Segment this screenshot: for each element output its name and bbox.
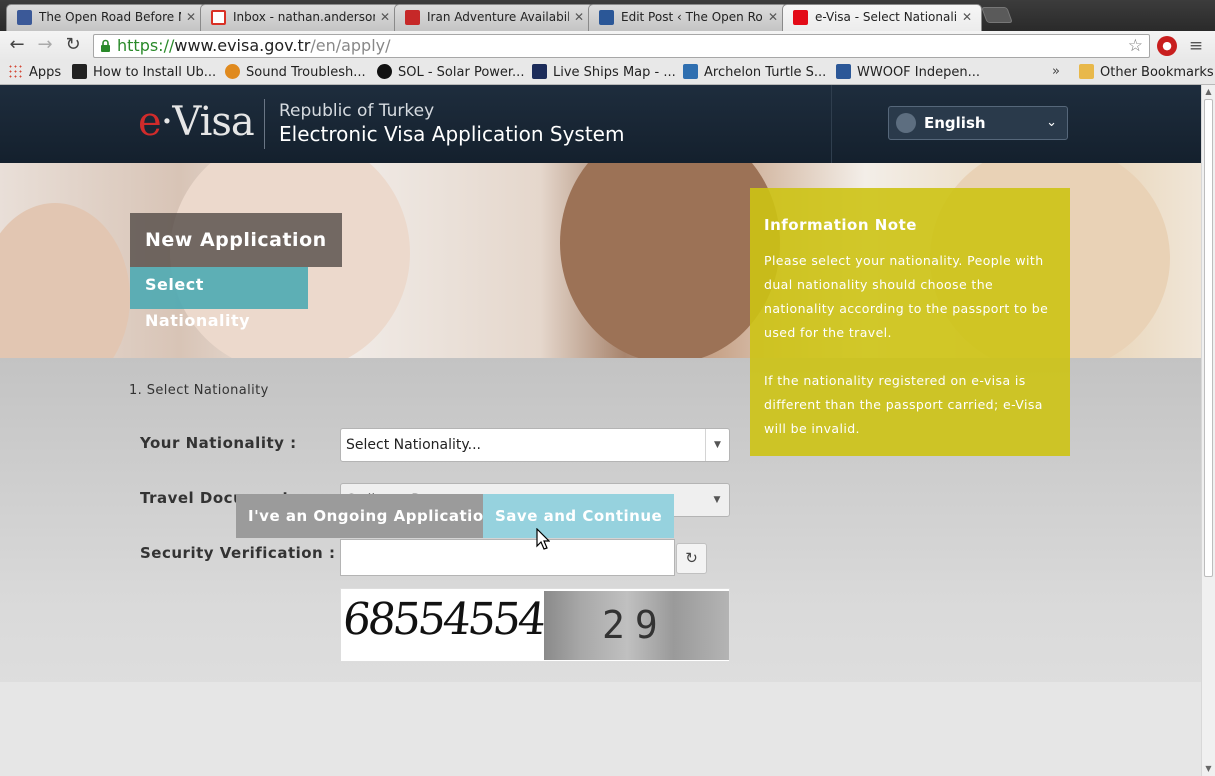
bookmark-apps[interactable]: Apps xyxy=(8,61,61,85)
bookmark-item[interactable]: SOL - Solar Power... xyxy=(377,61,524,85)
grid-icon xyxy=(836,64,851,79)
apps-grid-icon xyxy=(8,64,23,79)
information-note: Information Note Please select your nati… xyxy=(750,188,1070,456)
ubuntu-icon xyxy=(225,64,240,79)
scrollbar-thumb[interactable] xyxy=(1204,99,1213,577)
htg-icon xyxy=(72,64,87,79)
browser-tab[interactable]: The Open Road Before M ✕ xyxy=(6,4,206,31)
browser-tab-strip: The Open Road Before M ✕ Inbox - nathan.… xyxy=(0,0,1215,31)
captcha-image: 68554554 29 xyxy=(340,588,730,662)
forward-arrow-icon[interactable]: → xyxy=(33,31,57,61)
bookmark-item[interactable]: Live Ships Map - ... xyxy=(532,61,676,85)
back-arrow-icon[interactable]: ← xyxy=(5,31,29,61)
info-note-paragraph: If the nationality registered on e-visa … xyxy=(764,373,1043,436)
facebook-favicon-icon xyxy=(17,10,32,25)
tab-title: Iran Adventure Availabilit xyxy=(427,10,569,24)
sol-icon xyxy=(377,64,392,79)
turkey-flag-favicon-icon xyxy=(793,10,808,25)
adventure-favicon-icon xyxy=(405,10,420,25)
bookmark-item[interactable]: WWOOF Indepen... xyxy=(836,61,980,85)
save-and-continue-button[interactable]: Save and Continue xyxy=(483,494,675,538)
browser-tab[interactable]: Inbox - nathan.anderson8 ✕ xyxy=(200,4,400,31)
ship-icon xyxy=(532,64,547,79)
folder-icon xyxy=(1079,64,1094,79)
captcha-photo-digits: 29 xyxy=(602,603,668,647)
nationality-select[interactable]: Select Nationality... ▼ xyxy=(340,428,730,462)
tab-close-icon[interactable]: ✕ xyxy=(186,5,196,30)
gmail-favicon-icon xyxy=(211,10,226,25)
new-tab-button[interactable] xyxy=(981,7,1013,23)
lock-icon xyxy=(101,39,110,52)
url-text: https://www.evisa.gov.tr/en/apply/ xyxy=(117,36,391,55)
reload-icon[interactable]: ↻ xyxy=(61,31,85,61)
tab-close-icon[interactable]: ✕ xyxy=(380,5,390,30)
nationality-value: Select Nationality... xyxy=(346,437,481,453)
bookmarks-overflow-chevron[interactable]: » xyxy=(1052,61,1060,83)
language-value: English xyxy=(924,114,986,132)
tab-close-icon[interactable]: ✕ xyxy=(962,5,972,30)
bookmark-item[interactable]: Archelon Turtle S... xyxy=(683,61,826,85)
tab-title: The Open Road Before M xyxy=(39,10,181,24)
evisa-logo[interactable]: e·Visa xyxy=(138,99,255,145)
hero-face-image xyxy=(0,203,130,358)
tab-title: Inbox - nathan.anderson8 xyxy=(233,10,375,24)
banner-title: New Application xyxy=(130,213,342,267)
scroll-up-arrow-icon[interactable]: ▲ xyxy=(1202,86,1215,98)
ongoing-application-button[interactable]: I've an Ongoing Application xyxy=(236,494,507,538)
tab-close-icon[interactable]: ✕ xyxy=(574,5,584,30)
address-bar[interactable]: https://www.evisa.gov.tr/en/apply/ ☆ xyxy=(93,34,1150,58)
browser-toolbar: ← → ↻ https://www.evisa.gov.tr/en/apply/… xyxy=(0,31,1215,61)
browser-tab-active[interactable]: e-Visa - Select Nationality ✕ xyxy=(782,4,982,31)
header-separator xyxy=(264,99,265,149)
bookmark-star-icon[interactable]: ☆ xyxy=(1128,35,1143,57)
menu-hamburger-icon[interactable]: ≡ xyxy=(1188,36,1204,56)
extension-stop-icon[interactable]: ● xyxy=(1157,36,1177,56)
header-title: Electronic Visa Application System xyxy=(279,122,625,146)
page-viewport: e·Visa Republic of Turkey Electronic Vis… xyxy=(0,85,1201,776)
browser-tab[interactable]: Edit Post ‹ The Open Roa ✕ xyxy=(588,4,788,31)
captcha-refresh-icon[interactable]: ↻ xyxy=(676,543,707,574)
step-indicator: 1. Select Nationality xyxy=(129,383,269,398)
browser-tab[interactable]: Iran Adventure Availabilit ✕ xyxy=(394,4,594,31)
tab-close-icon[interactable]: ✕ xyxy=(768,5,778,30)
turtle-icon xyxy=(683,64,698,79)
mouse-cursor-icon xyxy=(536,528,550,550)
info-note-title: Information Note xyxy=(764,216,917,234)
bookmarks-bar: Apps How to Install Ub... Sound Troubles… xyxy=(0,61,1215,85)
grid-favicon-icon xyxy=(599,10,614,25)
captcha-photo: 29 xyxy=(544,591,729,660)
page-scrollbar[interactable]: ▲ ▼ xyxy=(1201,85,1215,776)
hero-face-image xyxy=(560,163,780,358)
info-note-paragraph: Please select your nationality. People w… xyxy=(764,253,1049,340)
language-select[interactable]: English ⌄ xyxy=(888,106,1068,140)
tab-title: Edit Post ‹ The Open Roa xyxy=(621,10,763,24)
tab-title: e-Visa - Select Nationality xyxy=(815,10,957,24)
dropdown-arrow-icon: ▼ xyxy=(713,495,721,505)
form-footer-band xyxy=(0,682,1201,776)
chevron-down-icon: ⌄ xyxy=(1046,115,1057,130)
other-bookmarks-folder[interactable]: Other Bookmarks xyxy=(1079,61,1214,85)
scroll-down-arrow-icon[interactable]: ▼ xyxy=(1202,763,1215,775)
bookmark-item[interactable]: Sound Troublesh... xyxy=(225,61,366,85)
security-verification-input[interactable] xyxy=(340,539,675,576)
security-verification-label: Security Verification : xyxy=(140,544,336,562)
header-divider xyxy=(831,85,832,163)
site-header: e·Visa Republic of Turkey Electronic Vis… xyxy=(0,85,1201,163)
banner-subtitle: Select Nationality xyxy=(130,267,308,330)
globe-icon xyxy=(896,113,916,133)
dropdown-arrow-icon: ▼ xyxy=(705,429,729,461)
header-subtitle: Republic of Turkey xyxy=(279,101,435,121)
captcha-text: 68554554 xyxy=(340,594,546,645)
bookmark-item[interactable]: How to Install Ub... xyxy=(72,61,216,85)
nationality-label: Your Nationality : xyxy=(140,434,297,452)
